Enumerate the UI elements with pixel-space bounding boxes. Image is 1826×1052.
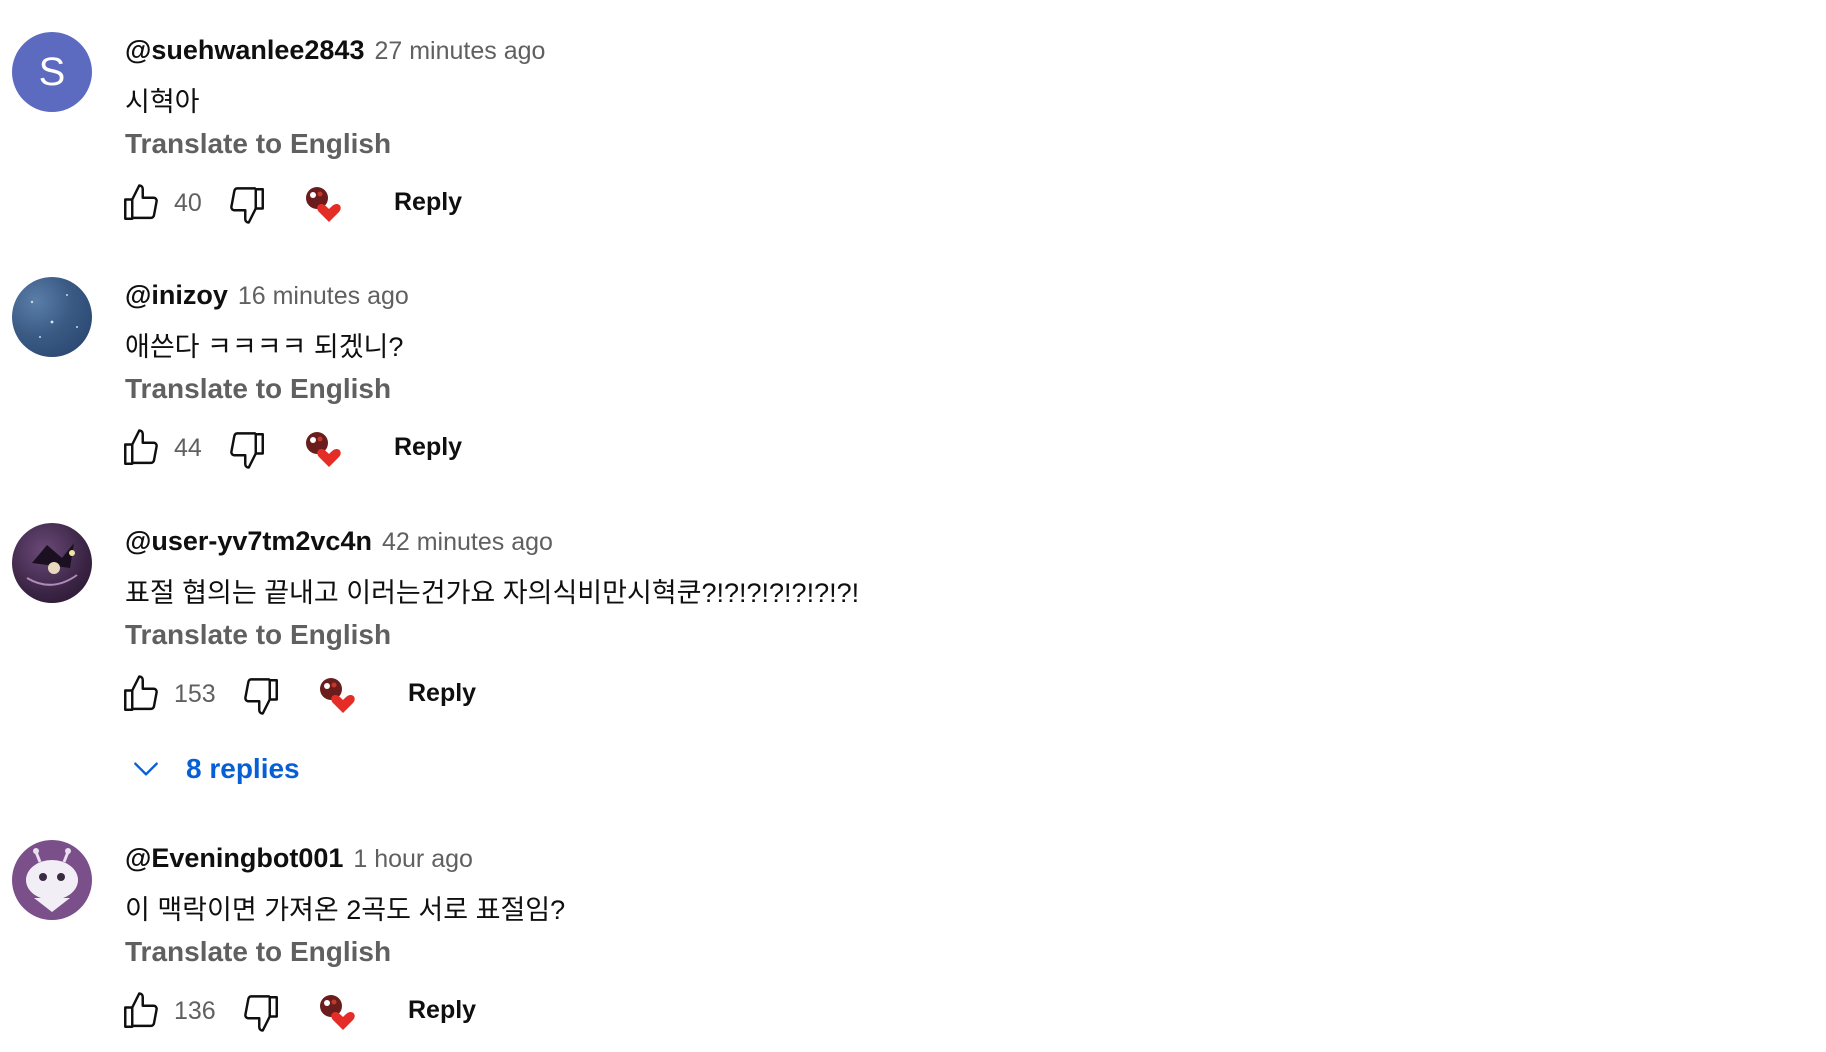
creator-heart-icon bbox=[316, 992, 358, 1034]
comment-timestamp[interactable]: 1 hour ago bbox=[353, 845, 473, 874]
thumb-up-icon[interactable] bbox=[120, 990, 162, 1032]
comment-author[interactable]: @suehwanlee2843 bbox=[125, 35, 364, 66]
translate-button[interactable]: Translate to English bbox=[125, 619, 391, 651]
creator-heart-icon bbox=[316, 675, 358, 717]
translate-button[interactable]: Translate to English bbox=[125, 128, 391, 160]
comment-author[interactable]: @user-yv7tm2vc4n bbox=[125, 526, 372, 557]
chevron-down-icon bbox=[130, 753, 162, 785]
like-count: 44 bbox=[174, 434, 202, 462]
comment-thread: @Eveningbot001 1 hour ago 이 맥락이면 가져온 2곡도… bbox=[0, 840, 1826, 1040]
comment-author[interactable]: @Eveningbot001 bbox=[125, 843, 343, 874]
comment-header: @suehwanlee2843 27 minutes ago bbox=[125, 35, 545, 69]
comment-header: @user-yv7tm2vc4n 42 minutes ago bbox=[125, 526, 553, 560]
comment-actions: 136 Reply bbox=[120, 990, 920, 1040]
reply-button[interactable]: Reply bbox=[394, 433, 462, 462]
comment-thread: @user-yv7tm2vc4n 42 minutes ago 표절 협의는 끝… bbox=[0, 523, 1826, 803]
avatar[interactable]: S bbox=[12, 32, 92, 112]
comment-actions: 153 Reply bbox=[120, 673, 920, 723]
reply-button[interactable]: Reply bbox=[408, 679, 476, 708]
creator-heart-icon bbox=[302, 429, 344, 471]
comment-timestamp[interactable]: 27 minutes ago bbox=[374, 37, 545, 66]
comment-timestamp[interactable]: 42 minutes ago bbox=[382, 528, 553, 557]
replies-count-label: 8 replies bbox=[186, 753, 300, 784]
view-replies-button[interactable]: 8 replies bbox=[130, 749, 300, 789]
reply-button[interactable]: Reply bbox=[394, 188, 462, 217]
translate-button[interactable]: Translate to English bbox=[125, 373, 391, 405]
comment-header: @inizoy 16 minutes ago bbox=[125, 280, 409, 314]
thumb-down-icon[interactable] bbox=[240, 675, 282, 717]
reply-button[interactable]: Reply bbox=[408, 996, 476, 1025]
comment-text: 이 맥락이면 가져온 2곡도 서로 표절임? bbox=[125, 895, 566, 925]
like-count: 153 bbox=[174, 680, 216, 708]
comment-author[interactable]: @inizoy bbox=[125, 280, 228, 311]
comment-text: 애쓴다 ㅋㅋㅋㅋ 되겠니? bbox=[125, 332, 404, 362]
thumb-up-icon[interactable] bbox=[120, 673, 162, 715]
comment-text: 표절 협의는 끝내고 이러는건가요 자의식비만시혁쿤?!?!?!?!?!?!?! bbox=[125, 578, 860, 608]
thumb-up-icon[interactable] bbox=[120, 427, 162, 469]
comment-thread: S @suehwanlee2843 27 minutes ago 시혁아 Tra… bbox=[0, 32, 1826, 224]
translate-button[interactable]: Translate to English bbox=[125, 936, 391, 968]
avatar[interactable] bbox=[12, 523, 92, 603]
thumb-down-icon[interactable] bbox=[226, 184, 268, 226]
comment-actions: 44 Reply bbox=[120, 427, 920, 477]
comment-text: 시혁아 bbox=[125, 87, 200, 117]
comments-section: S @suehwanlee2843 27 minutes ago 시혁아 Tra… bbox=[0, 0, 1826, 1052]
thumb-down-icon[interactable] bbox=[240, 992, 282, 1034]
comment-actions: 40 Reply bbox=[120, 182, 920, 232]
avatar[interactable] bbox=[12, 840, 92, 920]
avatar[interactable] bbox=[12, 277, 92, 357]
like-count: 136 bbox=[174, 997, 216, 1025]
comment-thread: @inizoy 16 minutes ago 애쓴다 ㅋㅋㅋㅋ 되겠니? Tra… bbox=[0, 277, 1826, 469]
creator-heart-icon bbox=[302, 184, 344, 226]
thumb-up-icon[interactable] bbox=[120, 182, 162, 224]
comment-header: @Eveningbot001 1 hour ago bbox=[125, 843, 473, 877]
thumb-down-icon[interactable] bbox=[226, 429, 268, 471]
comment-timestamp[interactable]: 16 minutes ago bbox=[238, 282, 409, 311]
like-count: 40 bbox=[174, 189, 202, 217]
